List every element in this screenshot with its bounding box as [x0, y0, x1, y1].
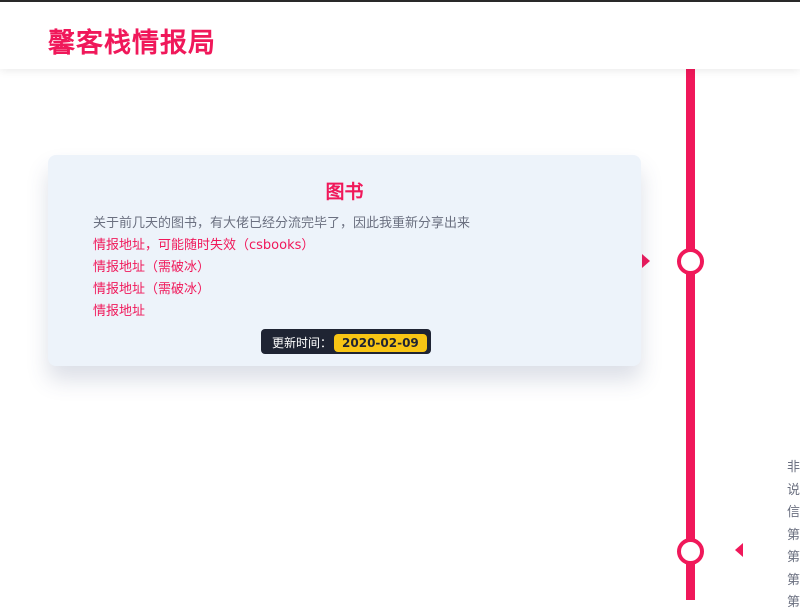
- clipped-text-line: 非: [787, 460, 800, 475]
- clipped-text-line: 第: [787, 527, 800, 543]
- update-time-badge: 更新时间： 2020-02-09: [261, 329, 431, 354]
- card-title: 图书: [325, 181, 364, 203]
- update-date: 2020-02-09: [334, 333, 427, 352]
- intel-link[interactable]: 情报地址，可能随时失效（csbooks）: [93, 234, 314, 253]
- timeline-node: [677, 538, 704, 565]
- card-pointer-arrow: [735, 543, 743, 557]
- clipped-text-line: 第: [787, 550, 800, 565]
- timeline-node: [677, 248, 704, 275]
- card-description: 关于前几天的图书，有大佬已经分流完毕了，因此我重新分享出来: [93, 216, 471, 231]
- timeline-card: 图书 关于前几天的图书，有大佬已经分流完毕了，因此我重新分享出来 情报地址，可能…: [48, 155, 641, 366]
- clipped-text-line: 信: [787, 505, 800, 520]
- intel-link[interactable]: 情报地址（需破冰）: [93, 278, 210, 297]
- clipped-text-line: 第: [787, 572, 800, 588]
- clipped-text-line: 第: [787, 595, 800, 610]
- site-title[interactable]: 馨客栈情报局: [48, 21, 216, 60]
- timeline-line: [686, 69, 695, 600]
- update-time-label: 更新时间：: [272, 336, 333, 350]
- card-pointer-arrow: [642, 254, 650, 268]
- intel-link[interactable]: 情报地址: [93, 300, 145, 319]
- intel-link[interactable]: 情报地址（需破冰）: [93, 256, 210, 275]
- header: 馨客栈情报局: [0, 2, 800, 69]
- clipped-text-line: 说: [787, 482, 800, 498]
- next-card-text-clipped: 非 说 信 第 第 第 第: [787, 457, 800, 615]
